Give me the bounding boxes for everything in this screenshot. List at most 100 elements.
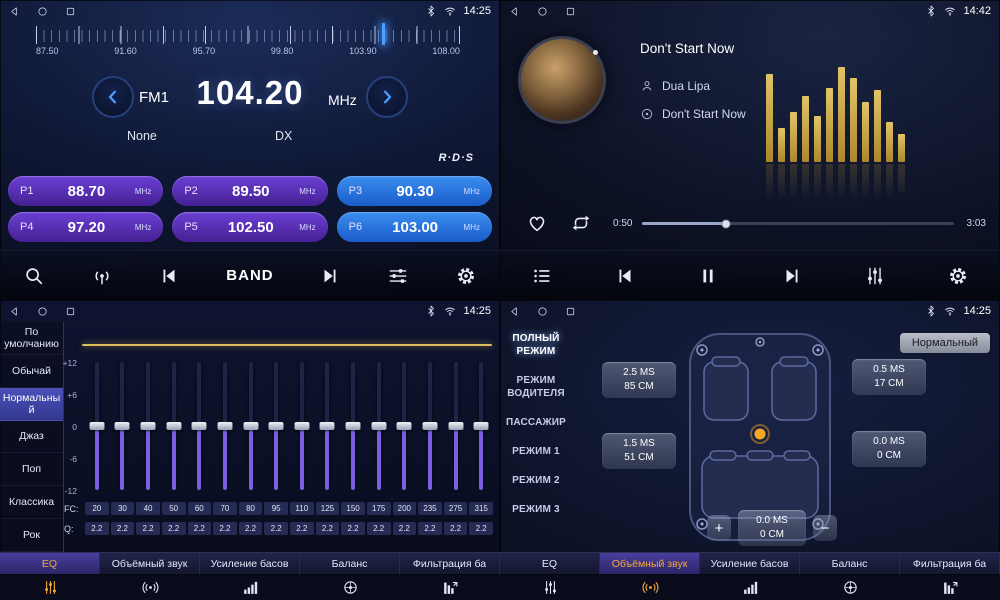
tab-balance[interactable]: Баланс [300, 553, 400, 574]
tab-eq-icon[interactable] [500, 579, 600, 596]
eq-band-slider[interactable] [161, 362, 187, 490]
eq-slider-knob[interactable] [243, 422, 258, 430]
search-icon[interactable] [23, 265, 45, 287]
nav-recents-icon[interactable] [565, 306, 576, 317]
eq-preset-item[interactable]: Рок [0, 519, 63, 552]
eq-slider-knob[interactable] [422, 422, 437, 430]
eq-band-slider[interactable] [84, 362, 110, 490]
tab-bass-boost[interactable]: Усиление басов [700, 553, 800, 574]
eq-band-slider[interactable] [110, 362, 136, 490]
eq-band-slider[interactable] [315, 362, 341, 490]
previous-icon[interactable] [158, 265, 180, 287]
eq-slider-knob[interactable] [320, 422, 335, 430]
tab-balance-icon[interactable] [300, 579, 400, 596]
eq-band-slider[interactable] [135, 362, 161, 490]
nav-home-icon[interactable] [537, 306, 548, 317]
eq-band-slider[interactable] [468, 362, 494, 490]
surround-mode-button[interactable]: ПОЛНЫЙ РЕЖИМ [500, 324, 572, 366]
eq-slider-knob[interactable] [141, 422, 156, 430]
eq-slider-knob[interactable] [474, 422, 489, 430]
eq-slider-knob[interactable] [89, 422, 104, 430]
tab-eq-icon[interactable] [0, 579, 100, 596]
nav-recents-icon[interactable] [565, 6, 576, 17]
frequency-ruler[interactable]: 87.5091.6095.7099.80103.90108.00 [36, 26, 460, 60]
sound-profile-button[interactable]: Нормальный [900, 333, 990, 353]
tab-filter-icon[interactable] [400, 579, 500, 596]
eq-slider-knob[interactable] [371, 422, 386, 430]
eq-preset-item[interactable]: По умолчанию [0, 322, 63, 355]
eq-slider-knob[interactable] [217, 422, 232, 430]
nav-back-icon[interactable] [9, 6, 20, 17]
radio-preset-button[interactable]: P3 90.30 MHz [337, 176, 492, 206]
delay-decrease-button[interactable]: − [813, 515, 837, 541]
tab-surround-icon[interactable] [100, 579, 200, 596]
tab-bass-boost[interactable]: Усиление басов [200, 553, 300, 574]
eq-slider-knob[interactable] [346, 422, 361, 430]
tune-down-button[interactable] [92, 76, 134, 118]
equalizer-sliders-icon[interactable] [387, 265, 409, 287]
nav-home-icon[interactable] [537, 6, 548, 17]
tab-bass-icon[interactable] [700, 579, 800, 596]
surround-mode-button[interactable]: ПАССАЖИР [500, 408, 572, 437]
tab-surround-sound[interactable]: Объёмный звук [100, 553, 200, 574]
tab-eq[interactable]: EQ [0, 553, 100, 574]
favorite-button[interactable] [526, 212, 548, 234]
eq-band-slider[interactable] [212, 362, 238, 490]
tab-balance[interactable]: Баланс [800, 553, 900, 574]
delay-increase-button[interactable]: + [707, 515, 731, 541]
playlist-icon[interactable] [531, 265, 553, 287]
eq-slider-knob[interactable] [269, 422, 284, 430]
previous-track-icon[interactable] [614, 265, 636, 287]
eq-slider-knob[interactable] [115, 422, 130, 430]
surround-mode-button[interactable]: РЕЖИМ 2 [500, 466, 572, 495]
eq-preset-item[interactable]: Поп [0, 453, 63, 486]
progress-bar[interactable] [642, 222, 954, 225]
eq-preset-item[interactable]: Обычай [0, 355, 63, 388]
eq-preset-item[interactable]: Классика [0, 486, 63, 519]
next-icon[interactable] [319, 265, 341, 287]
tab-surround-sound[interactable]: Объёмный звук [600, 553, 700, 574]
eq-slider-knob[interactable] [448, 422, 463, 430]
surround-mode-button[interactable]: РЕЖИМ 1 [500, 437, 572, 466]
scan-broadcast-icon[interactable] [91, 265, 113, 287]
eq-band-slider[interactable] [238, 362, 264, 490]
nav-recents-icon[interactable] [65, 306, 76, 317]
eq-slider-knob[interactable] [166, 422, 181, 430]
tab-bass-icon[interactable] [200, 579, 300, 596]
eq-band-slider[interactable] [340, 362, 366, 490]
tab-balance-icon[interactable] [800, 579, 900, 596]
eq-band-slider[interactable] [417, 362, 443, 490]
tab-filtering[interactable]: Фильтрация ба [900, 553, 1000, 574]
tab-surround-icon[interactable] [600, 579, 700, 596]
eq-band-slider[interactable] [392, 362, 418, 490]
tab-filter-icon[interactable] [900, 579, 1000, 596]
eq-band-slider[interactable] [187, 362, 213, 490]
eq-band-slider[interactable] [366, 362, 392, 490]
tab-filtering[interactable]: Фильтрация ба [400, 553, 500, 574]
eq-slider-knob[interactable] [294, 422, 309, 430]
eq-preset-item[interactable]: Джаз [0, 421, 63, 454]
surround-mode-button[interactable]: РЕЖИМ 3 [500, 495, 572, 524]
nav-home-icon[interactable] [37, 306, 48, 317]
eq-slider-knob[interactable] [192, 422, 207, 430]
settings-gear-icon[interactable] [455, 265, 477, 287]
tune-up-button[interactable] [366, 76, 408, 118]
nav-back-icon[interactable] [509, 6, 520, 17]
radio-preset-button[interactable]: P4 97.20 MHz [8, 212, 163, 242]
settings-gear-icon[interactable] [947, 265, 969, 287]
eq-band-slider[interactable] [443, 362, 469, 490]
eq-band-slider[interactable] [289, 362, 315, 490]
tab-eq[interactable]: EQ [500, 553, 600, 574]
eq-band-slider[interactable] [263, 362, 289, 490]
pause-icon[interactable] [697, 265, 719, 287]
progress-knob[interactable] [722, 219, 731, 228]
next-track-icon[interactable] [781, 265, 803, 287]
equalizer-sliders-icon[interactable] [864, 265, 886, 287]
radio-preset-button[interactable]: P2 89.50 MHz [172, 176, 327, 206]
nav-back-icon[interactable] [9, 306, 20, 317]
band-button[interactable]: BAND [226, 267, 273, 284]
surround-mode-button[interactable]: РЕЖИМ ВОДИТЕЛЯ [500, 366, 572, 408]
nav-back-icon[interactable] [509, 306, 520, 317]
eq-preset-item[interactable]: Нормальный [0, 388, 63, 421]
repeat-button[interactable] [570, 212, 592, 234]
